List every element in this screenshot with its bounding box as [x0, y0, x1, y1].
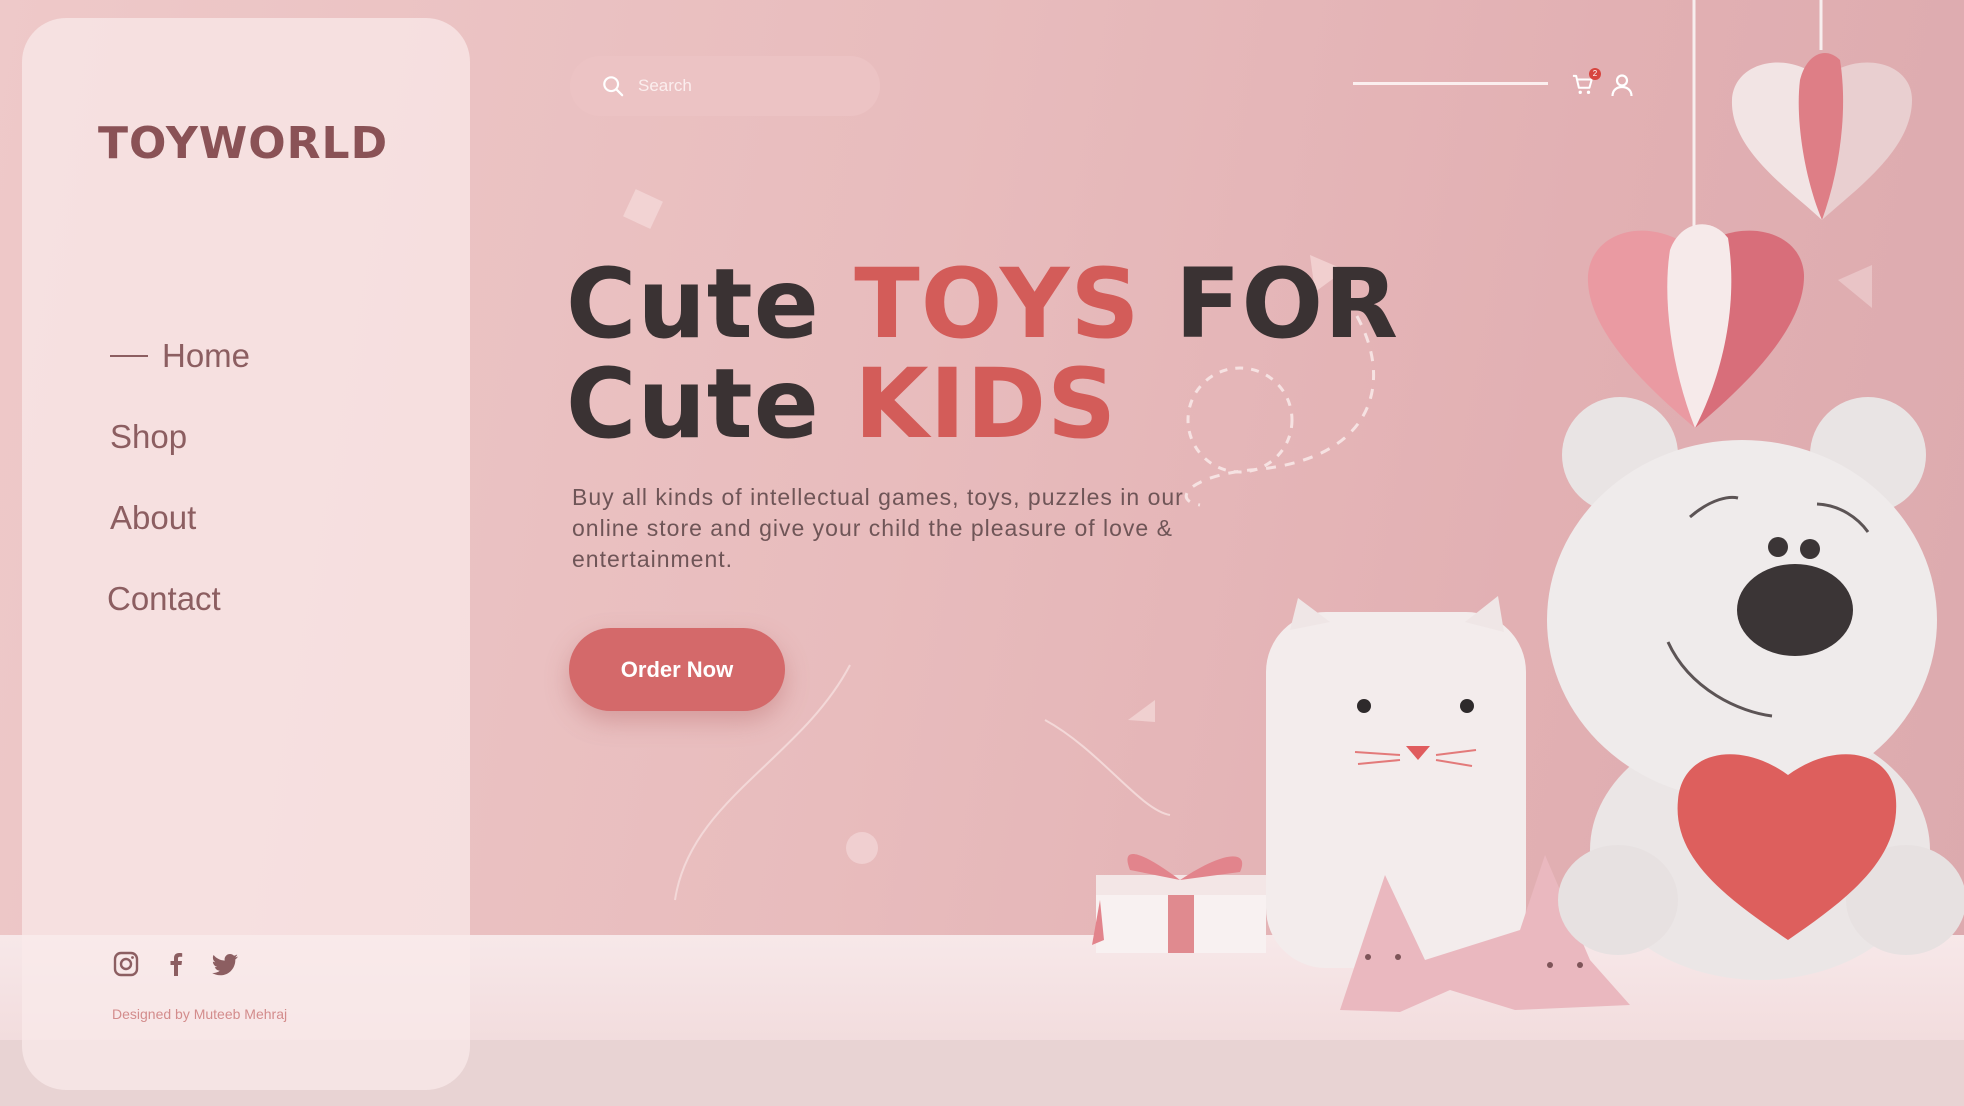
- deco-dot: [846, 832, 878, 864]
- main-nav: Home Shop About Contact: [107, 315, 250, 639]
- designer-credit: Designed by Muteeb Mehraj: [112, 1006, 288, 1022]
- nav-item-shop[interactable]: Shop: [110, 396, 250, 477]
- deco-triangle: [1128, 700, 1155, 722]
- logo[interactable]: TOYWORLD: [98, 118, 388, 169]
- nav-item-contact[interactable]: Contact: [107, 558, 250, 639]
- teddy-bear: [1547, 397, 1964, 980]
- nav-label: About: [110, 498, 197, 536]
- active-indicator: [110, 354, 148, 357]
- headline-accent-toys: TOYS: [854, 248, 1141, 360]
- hero-description: Buy all kinds of intellectual games, toy…: [572, 484, 1184, 572]
- nav-label: Home: [162, 336, 251, 374]
- nav-label: Contact: [107, 579, 221, 617]
- user-icon[interactable]: [1610, 73, 1634, 97]
- search-icon: [603, 76, 624, 97]
- paper-heart-small: [1731, 52, 1912, 220]
- deco-line: [1044, 719, 1171, 816]
- twitter-icon[interactable]: [212, 950, 240, 978]
- header-divider: [1353, 82, 1548, 85]
- facebook-icon[interactable]: [162, 950, 190, 978]
- instagram-icon[interactable]: [112, 950, 140, 978]
- deco-triangle: [1838, 265, 1872, 308]
- cart-count-badge: 2: [1589, 68, 1601, 80]
- gift-box: [1092, 853, 1266, 953]
- headline-text: Cute: [566, 248, 855, 360]
- search-bar[interactable]: [570, 56, 880, 116]
- order-now-button[interactable]: Order Now: [569, 628, 785, 711]
- headline-text: Cute: [566, 348, 855, 460]
- hero-headline: Cute TOYS FOR Cute KIDS: [566, 254, 1399, 454]
- nav-item-about[interactable]: About: [110, 477, 250, 558]
- social-links: [112, 950, 240, 978]
- headline-text: FOR: [1140, 248, 1400, 360]
- headline-accent-kids: KIDS: [854, 348, 1118, 460]
- nav-item-home[interactable]: Home: [110, 315, 250, 396]
- nav-label: Shop: [110, 417, 188, 455]
- deco-diamond: [623, 189, 663, 229]
- search-input[interactable]: [636, 75, 860, 97]
